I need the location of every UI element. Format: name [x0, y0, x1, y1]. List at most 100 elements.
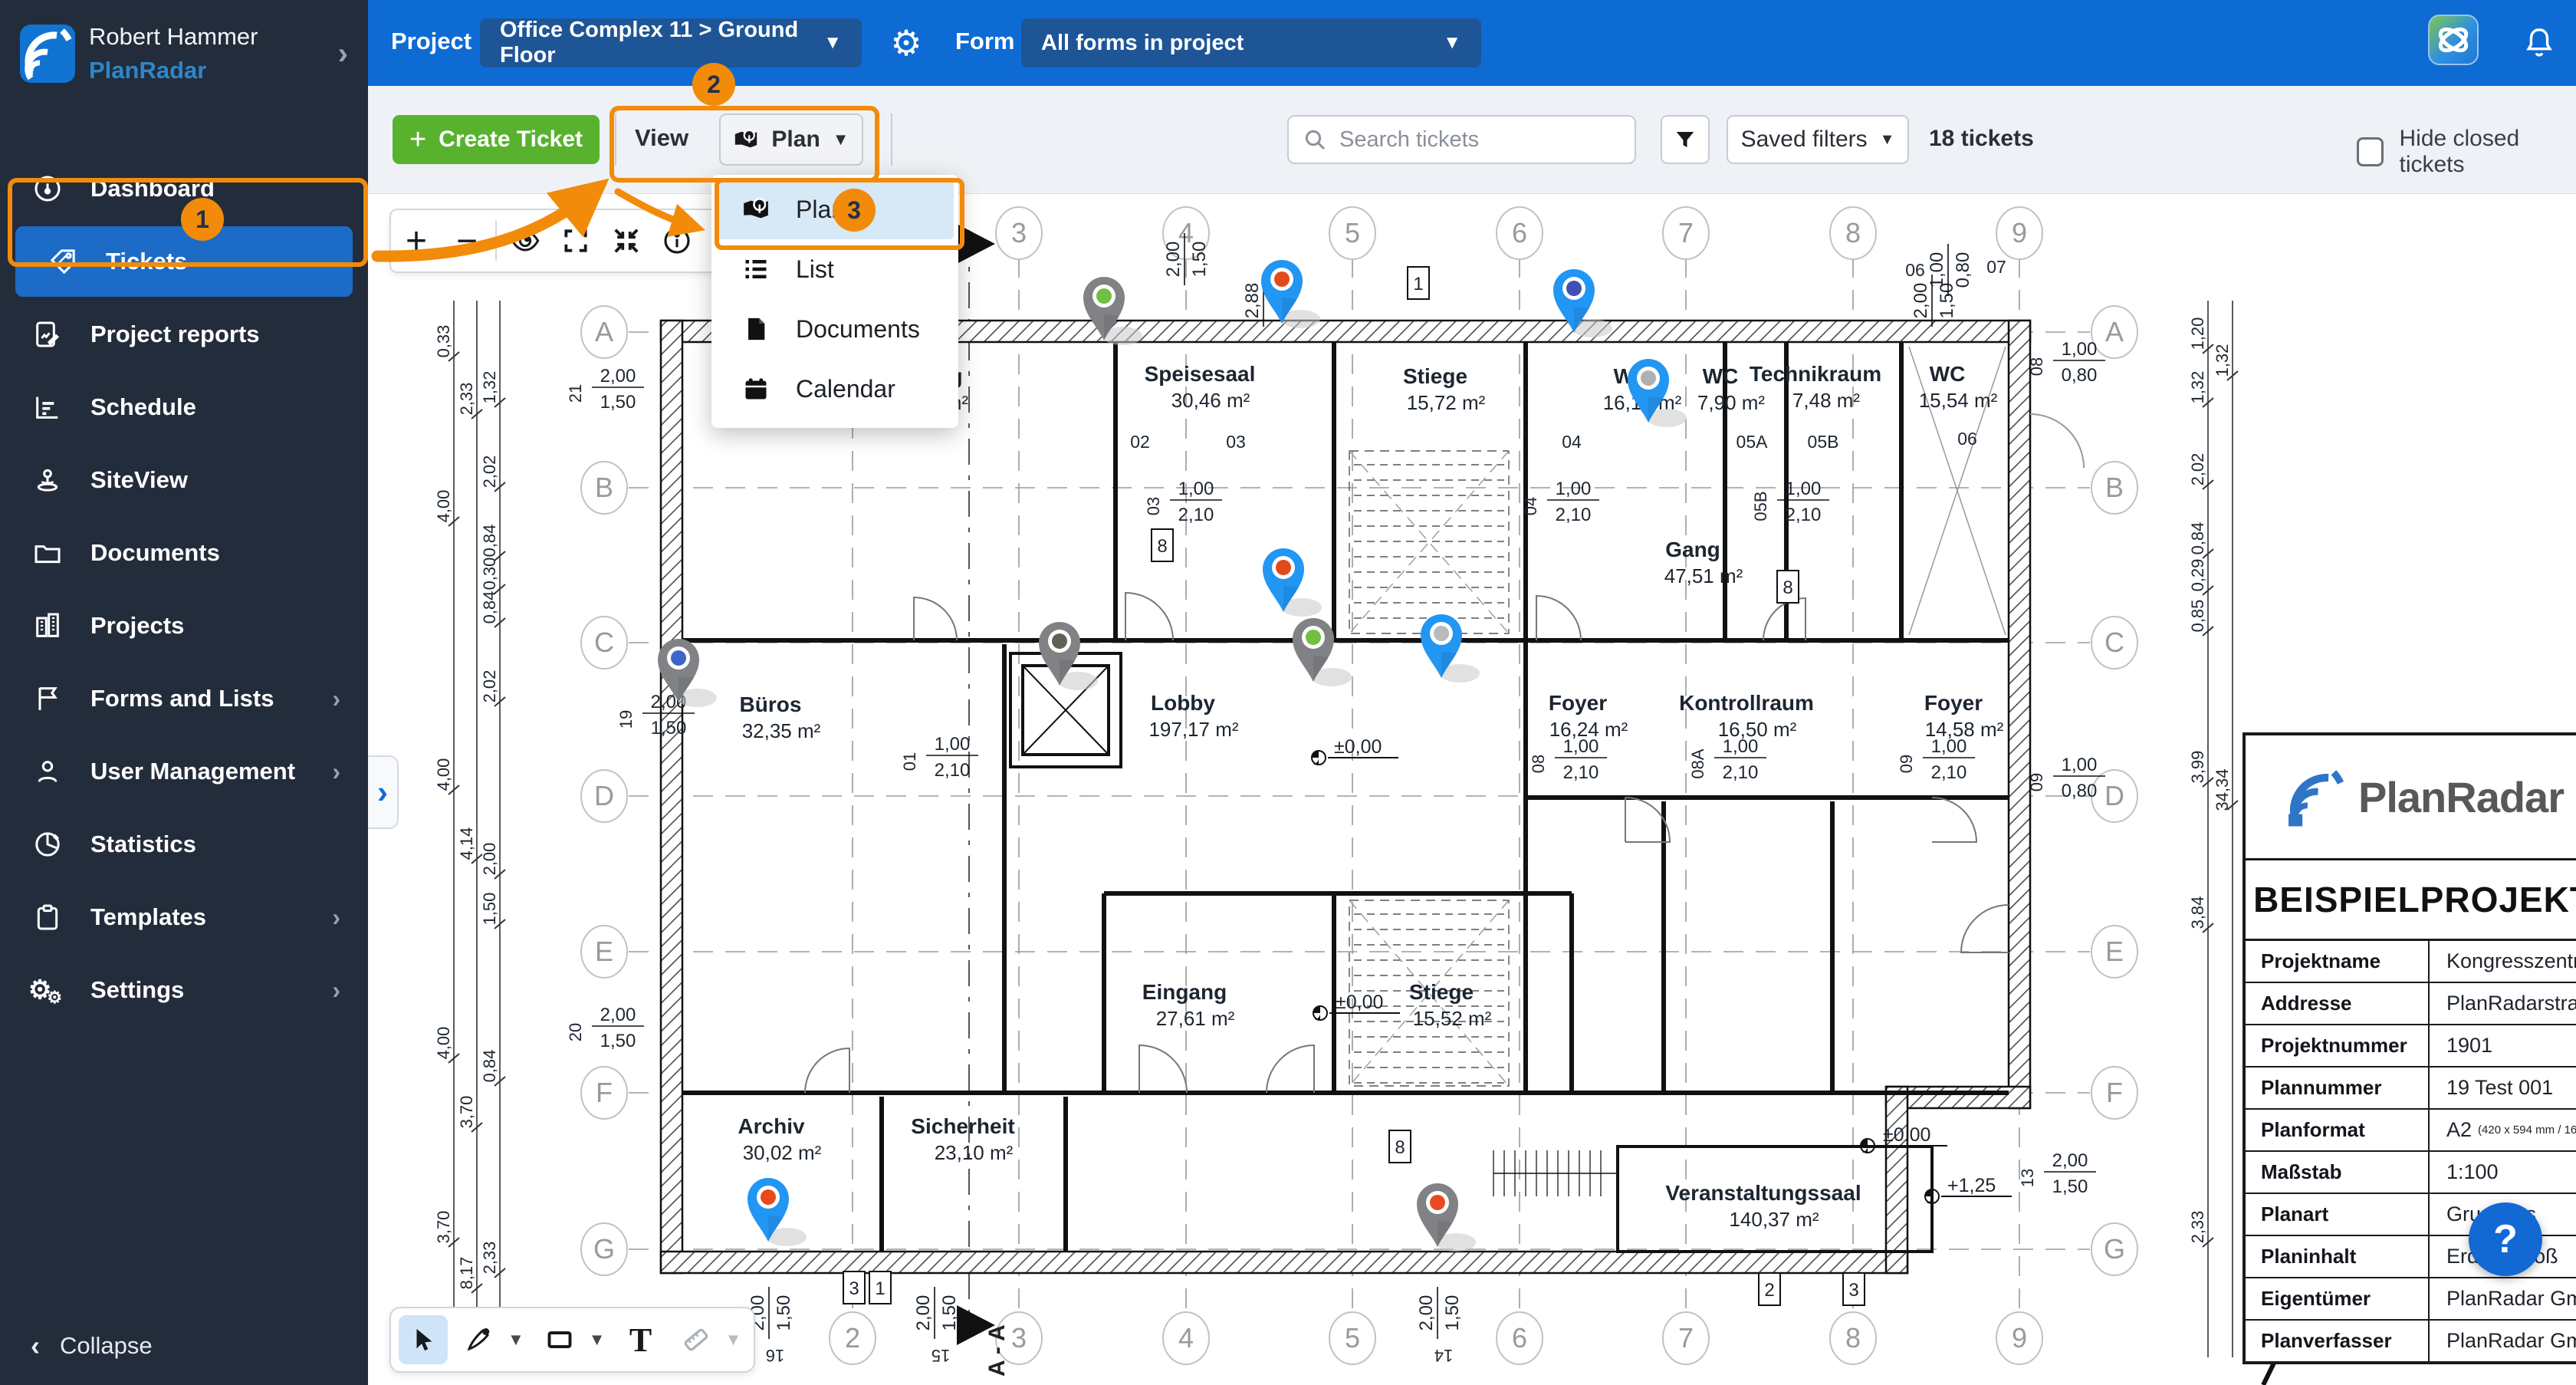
boxed-tag: 3: [843, 1272, 865, 1304]
svg-text:1,50: 1,50: [1442, 1295, 1463, 1331]
zoom-in-button[interactable]: +: [391, 212, 442, 270]
sidebar-item-label: Schedule: [90, 393, 196, 421]
sidebar-item-project-reports[interactable]: Project reports: [0, 299, 368, 370]
view-menu-item-documents[interactable]: Documents: [711, 299, 958, 359]
fullscreen-icon[interactable]: [550, 212, 601, 270]
measure-tool[interactable]: [672, 1315, 721, 1364]
sidebar-item-schedule[interactable]: Schedule: [0, 372, 368, 442]
panel-expander[interactable]: ›: [368, 755, 399, 829]
svg-text:3: 3: [1848, 1280, 1858, 1301]
sidebar-item-label: Project reports: [90, 321, 260, 348]
text-tool[interactable]: T: [616, 1315, 665, 1364]
project-settings-gear-icon[interactable]: ⚙: [880, 17, 932, 69]
sidebar-item-settings[interactable]: ⚙⚙ Settings ›: [0, 955, 368, 1025]
checkbox-unchecked-icon[interactable]: [2357, 137, 2384, 166]
ticket-pin[interactable]: [748, 1178, 807, 1246]
pen-tool[interactable]: [454, 1315, 503, 1364]
ticket-pin[interactable]: [1039, 622, 1098, 690]
svg-text:08: 08: [1529, 755, 1548, 773]
saved-filters-dropdown[interactable]: Saved filters ▼: [1727, 115, 1909, 164]
svg-text:Sicherheit: Sicherheit: [911, 1114, 1014, 1138]
sidebar-item-projects[interactable]: Projects: [0, 591, 368, 661]
svg-text:Kontrollraum: Kontrollraum: [1679, 691, 1814, 715]
titleblock-row-value: A2(420 x 594 mm / 16.5 x 23.4 in): [2430, 1110, 2576, 1150]
svg-text:1,00: 1,00: [2062, 339, 2098, 360]
sidebar-item-forms-and-lists[interactable]: Forms and Lists ›: [0, 663, 368, 734]
collapse-button[interactable]: ‹ Collapse: [31, 1330, 153, 1362]
fit-to-screen-icon[interactable]: [601, 212, 652, 270]
sidebar-item-tickets[interactable]: Tickets: [15, 226, 353, 297]
dimension-label: 0,84: [480, 591, 499, 624]
section-label: A - A: [984, 1324, 1010, 1377]
view-mode-dropdown[interactable]: Plan ▼: [719, 113, 863, 166]
sidebar-item-statistics[interactable]: Statistics: [0, 809, 368, 880]
statistics-icon: [31, 827, 64, 861]
planradar-app: Robert Hammer PlanRadar › Dashboard Tick…: [0, 0, 2576, 1385]
form-selector[interactable]: All forms in project ▼: [1021, 18, 1481, 67]
svg-text:Archiv: Archiv: [738, 1114, 805, 1138]
svg-text:D: D: [594, 780, 614, 811]
filter-funnel-icon: [1674, 128, 1697, 151]
svg-text:05B: 05B: [1751, 491, 1770, 521]
ticket-pin[interactable]: [1421, 614, 1480, 683]
sidebar-item-documents[interactable]: Documents: [0, 518, 368, 588]
view-menu-item-list[interactable]: List: [711, 239, 958, 299]
ticket-pin[interactable]: [1263, 548, 1322, 617]
collapse-chevron-icon: ‹: [31, 1330, 40, 1362]
svg-text:0,80: 0,80: [1953, 252, 1973, 288]
dimension-label: 1,32: [2188, 371, 2207, 404]
sidebar-item-label: Documents: [90, 539, 220, 567]
svg-text:C: C: [594, 627, 614, 658]
dimension-label: 2,33: [2188, 1211, 2207, 1244]
door-tag: 02: [1130, 432, 1150, 452]
project-selector[interactable]: Office Complex 11 > Ground Floor ▼: [480, 18, 862, 67]
pen-tool-caret-icon[interactable]: ▼: [508, 1330, 524, 1350]
visibility-eye-icon[interactable]: [500, 212, 550, 270]
svg-text:5: 5: [1345, 217, 1360, 248]
filter-button[interactable]: [1661, 115, 1710, 164]
create-ticket-button[interactable]: + Create Ticket: [393, 115, 600, 164]
account-chevron-icon[interactable]: ›: [338, 37, 348, 71]
dimension-pair: 2,88: [1242, 275, 1263, 327]
plan-info-icon[interactable]: [652, 212, 702, 270]
search-tickets-field[interactable]: [1287, 115, 1636, 164]
notifications-bell-icon[interactable]: [2513, 17, 2565, 69]
room-label: Veranstaltungssaal140,37 m²: [1665, 1181, 1861, 1231]
ticket-pin[interactable]: [1417, 1183, 1476, 1252]
help-button[interactable]: ?: [2469, 1202, 2542, 1276]
hide-closed-tickets-toggle[interactable]: Hide closed tickets: [2357, 126, 2576, 178]
svg-text:3: 3: [1011, 1322, 1027, 1354]
svg-text:27,61 m²: 27,61 m²: [1156, 1007, 1235, 1030]
select-cursor-tool[interactable]: [399, 1315, 448, 1364]
connect-app-icon[interactable]: [2427, 14, 2479, 66]
sidebar-item-label: Tickets: [106, 248, 187, 275]
ticket-pin[interactable]: [1261, 260, 1320, 328]
sidebar-item-user-management[interactable]: User Management ›: [0, 736, 368, 807]
svg-text:1,00: 1,00: [2062, 755, 2098, 775]
measure-tool-caret-icon[interactable]: ▼: [725, 1330, 742, 1350]
boxed-tag: 1: [869, 1272, 891, 1304]
shape-tool[interactable]: [535, 1315, 584, 1364]
dimension-pair: 2,001,5020: [566, 1005, 644, 1051]
svg-text:7: 7: [1678, 1322, 1694, 1354]
titleblock-row-label: Planverfasser: [2246, 1321, 2430, 1361]
sidebar-item-siteview[interactable]: SiteView: [0, 445, 368, 515]
dashboard-icon: [31, 172, 64, 206]
view-menu-item-calendar[interactable]: Calendar: [711, 359, 958, 419]
svg-text:8: 8: [1845, 217, 1861, 248]
svg-text:E: E: [595, 936, 613, 967]
search-input[interactable]: [1338, 127, 1594, 153]
door-tag: 05B: [1808, 432, 1839, 452]
svg-text:1,00: 1,00: [1927, 252, 1947, 288]
titleblock-row-label: Planart: [2246, 1194, 2430, 1235]
sidebar-item-templates[interactable]: Templates ›: [0, 882, 368, 952]
titleblock-row: Projektname Kongresszentrum: [2246, 941, 2576, 983]
svg-text:2,10: 2,10: [1723, 762, 1759, 783]
shape-tool-caret-icon[interactable]: ▼: [589, 1330, 606, 1350]
zoom-out-button[interactable]: −: [442, 212, 492, 270]
svg-text:D: D: [2104, 780, 2124, 811]
svg-text:16: 16: [766, 1346, 784, 1365]
svg-text:47,51 m²: 47,51 m²: [1664, 564, 1743, 587]
ticket-pin[interactable]: [1293, 618, 1352, 686]
stairs: [1349, 451, 1618, 1196]
